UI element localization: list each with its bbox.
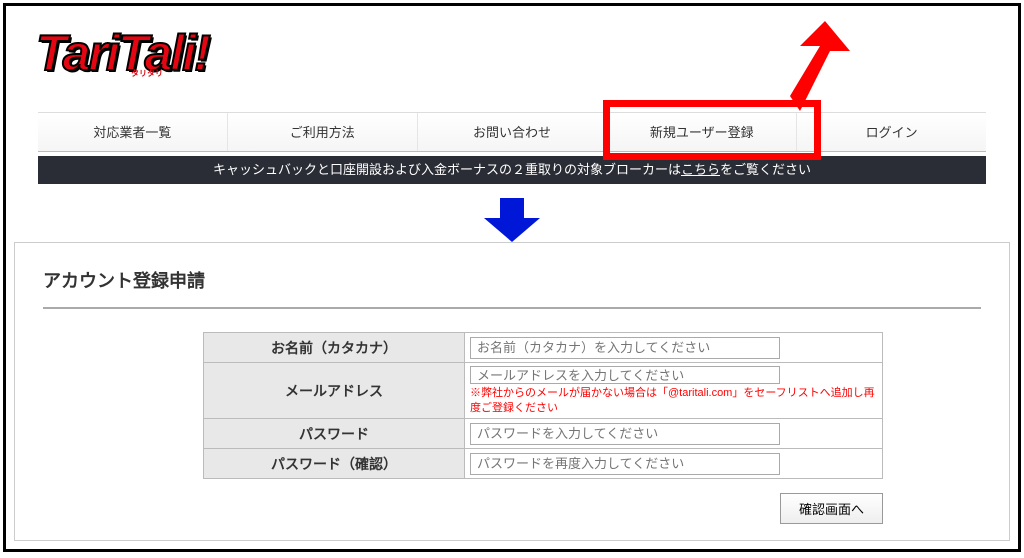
email-note: ※弊社からのメールが届かない場合は「@taritali.com」をセーフリストへ… [470, 386, 877, 415]
logo-text: TariTali! [36, 25, 209, 81]
banner-link[interactable]: こちら [681, 162, 720, 177]
submit-button[interactable]: 確認画面へ [780, 493, 883, 524]
blue-arrow-icon [484, 198, 540, 247]
nav-item-usage[interactable]: ご利用方法 [228, 113, 418, 151]
password-confirm-input[interactable] [470, 453, 780, 475]
nav-item-contact[interactable]: お問い合わせ [418, 113, 608, 151]
logo-subtext: タリタリ [131, 68, 163, 79]
password-confirm-label: パスワード（確認） [203, 448, 465, 479]
email-input[interactable] [470, 366, 780, 384]
nav-item-login[interactable]: ログイン [797, 113, 986, 151]
password-input[interactable] [470, 423, 780, 445]
info-banner: キャッシュバックと口座開設および入金ボーナスの２重取りの対象ブローカーはこちらを… [38, 156, 986, 184]
name-input[interactable] [470, 337, 780, 359]
name-label: お名前（カタカナ） [203, 332, 465, 363]
form-title: アカウント登録申請 [43, 267, 981, 309]
nav-item-register[interactable]: 新規ユーザー登録 [607, 113, 797, 151]
banner-suffix: をご覧ください [720, 162, 811, 177]
nav-item-providers[interactable]: 対応業者一覧 [38, 113, 228, 151]
registration-form: アカウント登録申請 お名前（カタカナ） メールアドレス ※弊社からのメールが届か… [14, 242, 1010, 541]
main-nav: 対応業者一覧 ご利用方法 お問い合わせ 新規ユーザー登録 ログイン [38, 112, 986, 152]
banner-prefix: キャッシュバックと口座開設および入金ボーナスの２重取りの対象ブローカーは [213, 162, 681, 177]
email-label: メールアドレス [203, 362, 465, 419]
logo[interactable]: TariTali! [36, 24, 209, 82]
password-label: パスワード [203, 418, 465, 449]
